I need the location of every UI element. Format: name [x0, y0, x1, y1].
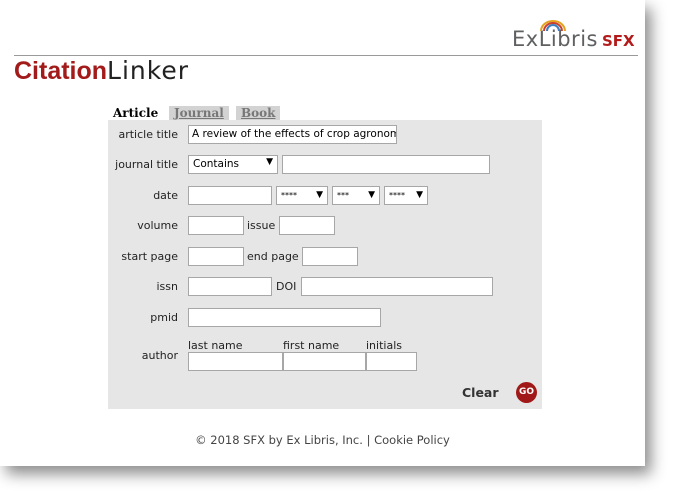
end-page-input[interactable]	[302, 247, 358, 266]
journal-title-match-value: Contains	[193, 158, 240, 170]
end-page-label: end page	[247, 250, 299, 263]
rainbow-arc-icon	[540, 20, 566, 31]
pmid-label: pmid	[150, 311, 178, 324]
title-bold: Citation	[14, 57, 108, 85]
doi-input[interactable]	[301, 277, 493, 296]
start-page-input[interactable]	[188, 247, 244, 266]
journal-title-label: journal title	[115, 158, 178, 171]
issn-input[interactable]	[188, 277, 272, 296]
first-name-label: first name	[283, 339, 340, 352]
clear-button[interactable]: Clear	[462, 385, 499, 400]
journal-title-input[interactable]	[282, 155, 490, 174]
go-button[interactable]: GO	[516, 382, 537, 403]
footer-text: © 2018 SFX by Ex Libris, Inc. | Cookie P…	[195, 433, 450, 447]
start-page-label: start page	[121, 250, 178, 263]
doi-label: DOI	[276, 280, 297, 293]
pmid-input[interactable]	[188, 308, 381, 327]
page-frame: ExLibris SFX CitationLinker Article Journ…	[0, 0, 645, 466]
title-rest: Linker	[107, 56, 190, 85]
dropdown-arrow-icon: ▼	[368, 190, 375, 200]
date-day-select[interactable]: **** ▼	[384, 186, 428, 205]
last-name-input[interactable]	[188, 352, 283, 371]
tab-article[interactable]: Article	[108, 106, 164, 120]
date-input[interactable]	[188, 186, 272, 205]
last-name-label: last name	[188, 339, 243, 352]
date-day-value: ****	[389, 191, 405, 200]
page-title: CitationLinker	[14, 56, 189, 86]
dropdown-arrow-icon: ▼	[316, 190, 323, 200]
article-title-label: article title	[118, 128, 178, 141]
journal-title-match-select[interactable]: Contains ▼	[188, 155, 278, 174]
issue-label: issue	[247, 219, 276, 232]
date-year-select[interactable]: **** ▼	[276, 186, 328, 205]
date-label: date	[153, 189, 178, 202]
exlibris-logo: ExLibris SFX	[512, 20, 635, 51]
first-name-input[interactable]	[283, 352, 366, 371]
tab-journal[interactable]: Journal	[169, 106, 229, 120]
date-month-select[interactable]: *** ▼	[332, 186, 380, 205]
tab-book[interactable]: Book	[236, 106, 281, 120]
issue-input[interactable]	[279, 216, 335, 235]
dropdown-arrow-icon: ▼	[266, 157, 273, 167]
logo-sfx: SFX	[601, 32, 635, 50]
date-year-value: ****	[281, 191, 297, 200]
volume-label: volume	[137, 219, 178, 232]
issn-label: issn	[156, 280, 179, 293]
initials-label: initials	[366, 339, 402, 352]
date-month-value: ***	[337, 191, 349, 200]
volume-input[interactable]	[188, 216, 244, 235]
initials-input[interactable]	[366, 352, 417, 371]
article-title-input[interactable]: A review of the effects of crop agronomy	[188, 125, 397, 144]
dropdown-arrow-icon: ▼	[416, 190, 423, 200]
author-label: author	[141, 349, 178, 362]
